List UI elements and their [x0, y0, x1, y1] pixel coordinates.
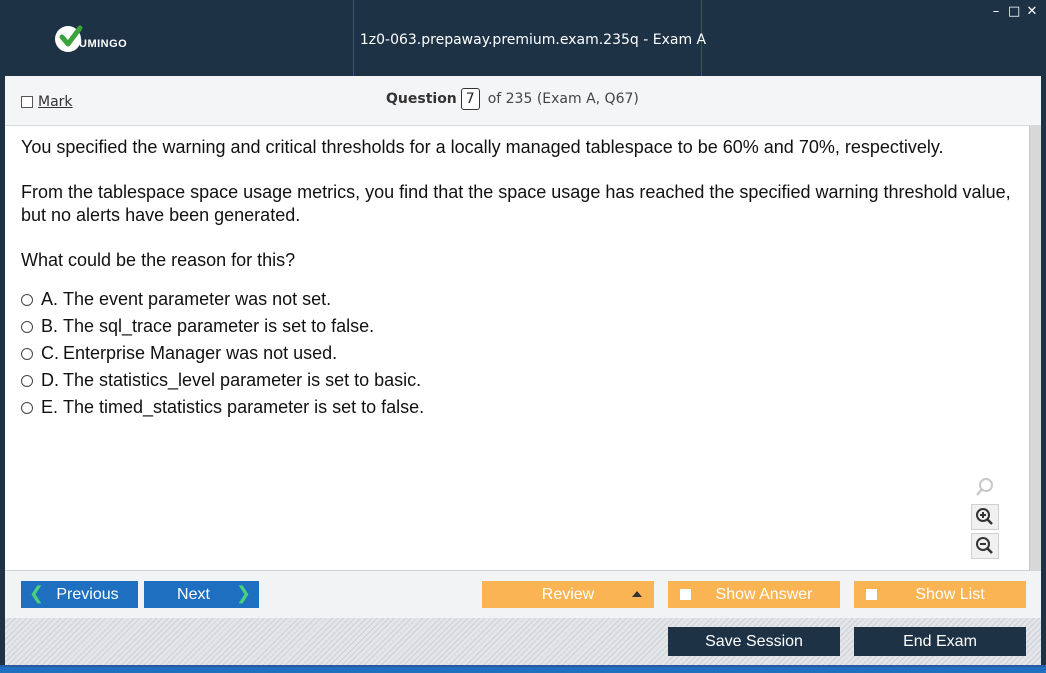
radio-button[interactable] [21, 401, 33, 414]
frame-right [1041, 76, 1046, 673]
previous-button[interactable]: ❮ Previous [21, 581, 138, 608]
triangle-up-icon [632, 591, 642, 597]
answer-option-e[interactable]: E. The timed_statistics parameter is set… [21, 394, 1013, 421]
close-button[interactable]: ✕ [1026, 4, 1038, 19]
option-text: The timed_statistics parameter is set to… [63, 397, 425, 417]
show-list-button[interactable]: Show List [854, 581, 1026, 608]
question-counter: Question 7 of 235 (Exam A, Q67) [386, 88, 639, 110]
show-answer-checkbox[interactable] [680, 589, 691, 600]
mark-label: Mark [38, 94, 73, 110]
minimize-button[interactable]: – [990, 4, 1002, 19]
answer-option-d[interactable]: D. The statistics_level parameter is set… [21, 367, 1013, 394]
option-letter: B. [41, 316, 59, 336]
question-header: Mark Question 7 of 235 (Exam A, Q67) [5, 76, 1041, 126]
option-letter: C. [41, 343, 59, 363]
review-label: Review [541, 585, 595, 603]
window-controls: – □ ✕ [990, 4, 1038, 19]
bottom-action-bar: Save Session End Exam [5, 618, 1041, 665]
question-paragraph: You specified the warning and critical t… [21, 137, 944, 157]
review-button[interactable]: Review [482, 581, 654, 608]
question-paragraph: From the tablespace space usage metrics,… [21, 182, 1011, 225]
option-letter: A. [41, 289, 59, 309]
zoom-out-icon[interactable] [971, 533, 999, 559]
save-session-button[interactable]: Save Session [668, 627, 840, 656]
answer-option-a[interactable]: A. The event parameter was not set. [21, 286, 1013, 313]
show-answer-label: Show Answer [715, 585, 813, 603]
end-exam-button[interactable]: End Exam [854, 627, 1026, 656]
vertical-scrollbar[interactable] [1029, 126, 1041, 570]
radio-button[interactable] [21, 347, 33, 360]
question-label: Question [386, 91, 457, 107]
question-prompt: What could be the reason for this? [21, 250, 296, 270]
title-divider [353, 0, 354, 76]
app-logo: UMINGO [55, 24, 127, 54]
radio-button[interactable] [21, 374, 33, 387]
answer-option-c[interactable]: C. Enterprise Manager was not used. [21, 340, 1013, 367]
option-letter: D. [41, 370, 59, 390]
title-bar: UMINGO 1z0-063.prepaway.premium.exam.235… [0, 0, 1046, 128]
question-content: You specified the warning and critical t… [5, 126, 1029, 570]
option-letter: E. [41, 397, 59, 417]
radio-button[interactable] [21, 293, 33, 306]
answer-option-b[interactable]: B. The sql_trace parameter is set to fal… [21, 313, 1013, 340]
option-text: Enterprise Manager was not used. [63, 343, 338, 363]
show-list-label: Show List [915, 585, 985, 603]
window-bottom-border [0, 665, 1046, 673]
mark-checkbox-box[interactable] [21, 96, 33, 108]
question-total: of 235 (Exam A, Q67) [487, 91, 639, 107]
search-icon[interactable] [971, 474, 999, 500]
chevron-left-icon: ❮ [29, 583, 45, 603]
show-list-checkbox[interactable] [866, 589, 877, 600]
zoom-in-icon[interactable] [971, 504, 999, 530]
window-title: 1z0-063.prepaway.premium.exam.235q - Exa… [359, 32, 707, 128]
question-number-input[interactable]: 7 [460, 88, 480, 110]
option-text: The sql_trace parameter is set to false. [63, 316, 375, 336]
next-button[interactable]: Next ❯ [144, 581, 259, 608]
option-text: The event parameter was not set. [63, 289, 332, 309]
maximize-button[interactable]: □ [1008, 4, 1020, 19]
navigation-bar: ❮ Previous Next ❯ Review Show Answer Sho… [5, 570, 1041, 618]
option-text: The statistics_level parameter is set to… [63, 370, 422, 390]
previous-label: Previous [56, 585, 119, 603]
chevron-right-icon: ❯ [235, 583, 251, 603]
brand-name: UMINGO [79, 38, 128, 50]
check-logo-icon [55, 25, 83, 52]
next-label: Next [177, 585, 210, 603]
mark-checkbox[interactable]: Mark [21, 94, 73, 110]
show-answer-button[interactable]: Show Answer [668, 581, 840, 608]
radio-button[interactable] [21, 320, 33, 333]
